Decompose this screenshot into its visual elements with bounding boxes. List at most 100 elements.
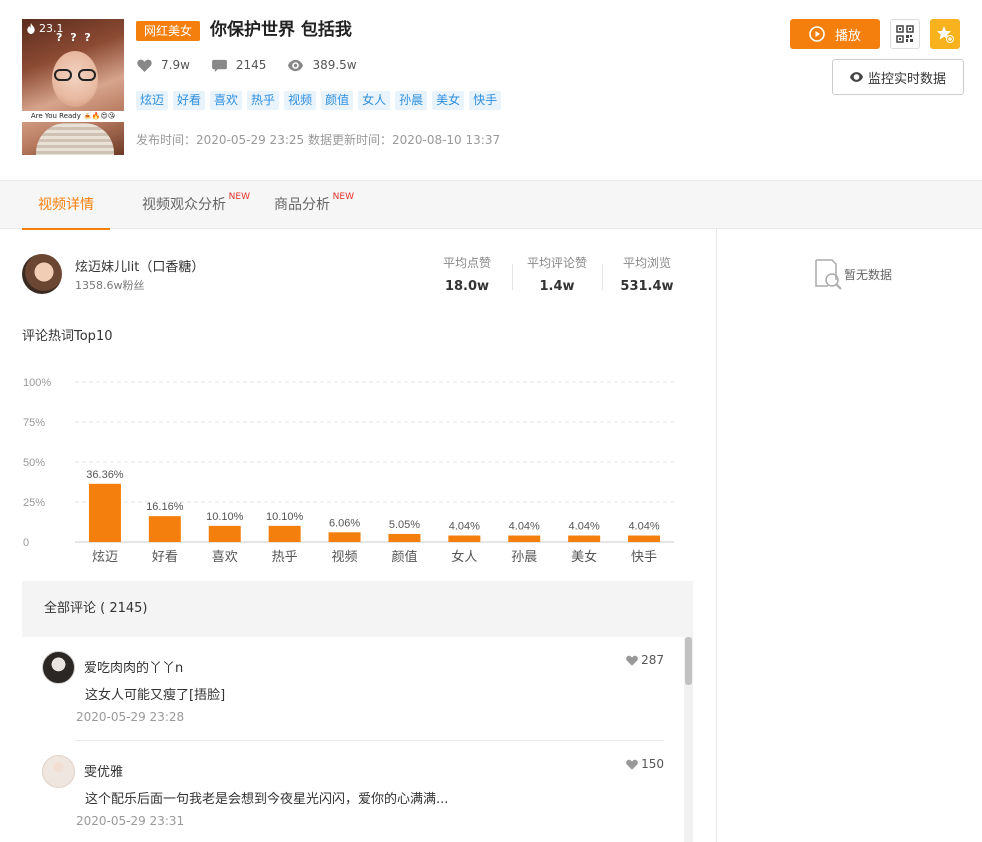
x-tick-label: 孙晨 xyxy=(511,550,537,565)
star-add-icon xyxy=(937,26,954,43)
tab-video-detail[interactable]: 视频详情 xyxy=(22,181,110,230)
bar-value-label: 4.04% xyxy=(569,521,600,533)
comment-likes: 287 xyxy=(626,653,664,667)
keyword-bar-chart: 0 25% 50% 75% 100% 36.36% 炫迈 16.16% 好看 10.10% 喜欢 10… xyxy=(23,377,674,565)
scrollbar-thumb[interactable] xyxy=(685,637,692,685)
bar[interactable] xyxy=(88,483,121,542)
comments-list[interactable]: 爱吃肉肉的丫丫n 这女人可能又瘦了[捂脸] 2020-05-29 23:28 2… xyxy=(22,637,693,842)
flame-icon xyxy=(27,23,35,34)
search-document-icon xyxy=(815,259,842,290)
comment-user[interactable]: 爱吃肉肉的丫丫n xyxy=(84,657,183,676)
comment-avatar[interactable] xyxy=(42,651,75,684)
x-tick-label: 女人 xyxy=(451,549,477,565)
bar-value-label: 5.05% xyxy=(389,519,420,531)
keywords-section-title: 评论热词Top10 xyxy=(22,329,113,344)
bar[interactable] xyxy=(448,535,481,542)
bar-value-label: 16.16% xyxy=(146,501,184,513)
author-name[interactable]: 炫迈妹儿lit（口香糖） xyxy=(75,256,204,275)
comment-time: 2020-05-29 23:31 xyxy=(76,814,185,828)
metric-avg-likes: 平均点赞 18.0w xyxy=(442,256,491,294)
heart-icon xyxy=(626,655,638,666)
bar-value-label: 6.06% xyxy=(329,517,360,529)
video-header: ? ? ? Are You Ready 🍝🔥😍😘 23.1 网红美女 你保护世界… xyxy=(0,0,982,180)
bar[interactable] xyxy=(268,525,301,542)
y-tick-label: 0 xyxy=(23,537,29,549)
eye-icon xyxy=(849,72,863,82)
x-tick-label: 喜欢 xyxy=(212,550,238,565)
empty-state: 暂无数据 xyxy=(814,258,892,290)
tab-audience-analysis[interactable]: 视频观众分析 NEW xyxy=(142,181,250,229)
bar[interactable] xyxy=(148,516,181,542)
views-stat: 389.5w xyxy=(288,58,357,72)
video-tag[interactable]: 颜值 xyxy=(321,91,354,110)
x-tick-label: 炫迈 xyxy=(92,549,118,565)
x-tick-label: 视频 xyxy=(332,550,358,565)
tab-bar: 视频详情 视频观众分析 NEW 商品分析 NEW xyxy=(0,180,982,230)
category-tag: 网红美女 xyxy=(136,21,201,41)
bar-value-label: 4.04% xyxy=(509,521,540,533)
bar[interactable] xyxy=(568,535,601,542)
video-stats: 7.9w 2145 389.5w xyxy=(137,58,379,72)
author-fans: 1358.6w粉丝 xyxy=(75,279,145,292)
author-metrics: 平均点赞 18.0w 平均评论赞 1.4w 平均浏览 531.4w xyxy=(422,254,692,294)
likes-stat: 7.9w xyxy=(137,58,190,72)
x-tick-label: 美女 xyxy=(571,549,597,565)
y-tick-label: 25% xyxy=(23,497,45,509)
x-tick-label: 颜值 xyxy=(391,549,417,565)
comments-scrollbar[interactable] xyxy=(684,637,693,842)
comments-panel: 全部评论 ( 2145) 爱吃肉肉的丫丫n 这女人可能又瘦了[捂脸] 2020-… xyxy=(22,581,693,842)
video-title: 你保护世界 包括我 xyxy=(210,20,352,40)
video-tags: 炫迈 好看 喜欢 热乎 视频 颜值 女人 孙晨 美女 快手 xyxy=(136,91,502,110)
qrcode-icon xyxy=(896,25,914,43)
play-button[interactable]: 播放 xyxy=(790,19,880,49)
video-tag[interactable]: 好看 xyxy=(173,91,206,110)
bar-value-label: 10.10% xyxy=(206,511,244,523)
bar[interactable] xyxy=(508,535,541,542)
comment-text: 这个配乐后面一句我老是会想到今夜星光闪闪，爱你的心满满... xyxy=(85,792,449,807)
comment-icon xyxy=(211,59,227,72)
comment-text: 这女人可能又瘦了[捂脸] xyxy=(85,688,226,703)
video-tag[interactable]: 炫迈 xyxy=(136,91,169,110)
bar[interactable] xyxy=(208,525,241,542)
video-tag[interactable]: 快手 xyxy=(469,91,502,110)
comment-item: 爱吃肉肉的丫丫n 这女人可能又瘦了[捂脸] 2020-05-29 23:28 2… xyxy=(42,637,664,741)
metric-avg-views: 平均浏览 531.4w xyxy=(602,254,692,294)
bar-value-label: 4.04% xyxy=(449,521,480,533)
video-tag[interactable]: 美女 xyxy=(432,91,465,110)
video-tag[interactable]: 热乎 xyxy=(247,91,280,110)
page: ? ? ? Are You Ready 🍝🔥😍😘 23.1 网红美女 你保护世界… xyxy=(0,0,982,842)
x-tick-label: 快手 xyxy=(631,550,657,565)
video-cover[interactable]: ? ? ? Are You Ready 🍝🔥😍😘 23.1 xyxy=(22,19,124,155)
video-tag[interactable]: 女人 xyxy=(358,91,391,110)
comment-time: 2020-05-29 23:28 xyxy=(76,710,185,724)
comment-item: 雯优雅 这个配乐后面一句我老是会想到今夜星光闪闪，爱你的心满满... 2020-… xyxy=(42,741,664,842)
comment-likes: 150 xyxy=(626,757,664,771)
favorite-button[interactable] xyxy=(930,19,960,49)
eye-icon xyxy=(288,59,304,71)
bar-value-label: 36.36% xyxy=(86,469,124,481)
heart-icon xyxy=(137,59,152,72)
metric-avg-comment-likes: 平均评论赞 1.4w xyxy=(512,254,602,294)
monitor-realtime-button[interactable]: 监控实时数据 xyxy=(832,59,964,95)
tab-product-analysis[interactable]: 商品分析 NEW xyxy=(274,181,354,229)
bar[interactable] xyxy=(628,535,661,542)
y-tick-label: 75% xyxy=(23,417,45,429)
bar[interactable] xyxy=(388,533,421,542)
comments-stat: 2145 xyxy=(211,58,266,72)
video-tag[interactable]: 喜欢 xyxy=(210,91,243,110)
cover-caption: Are You Ready 🍝🔥😍😘 xyxy=(22,111,124,122)
y-tick-label: 100% xyxy=(23,377,51,389)
video-tag[interactable]: 视频 xyxy=(284,91,317,110)
bar-value-label: 4.04% xyxy=(628,521,659,533)
new-badge: NEW xyxy=(332,192,354,202)
author-avatar[interactable] xyxy=(22,254,62,294)
comment-avatar[interactable] xyxy=(42,755,75,788)
video-tag[interactable]: 孙晨 xyxy=(395,91,428,110)
publish-info: 发布时间：2020-05-29 23:25 数据更新时间：2020-08-10 … xyxy=(136,133,501,147)
bar[interactable] xyxy=(328,532,361,542)
hot-value: 23.1 xyxy=(26,22,64,35)
bar-value-label: 10.10% xyxy=(266,511,304,523)
qrcode-button[interactable] xyxy=(890,19,920,49)
comment-user[interactable]: 雯优雅 xyxy=(84,761,123,780)
x-tick-label: 热乎 xyxy=(272,550,298,565)
